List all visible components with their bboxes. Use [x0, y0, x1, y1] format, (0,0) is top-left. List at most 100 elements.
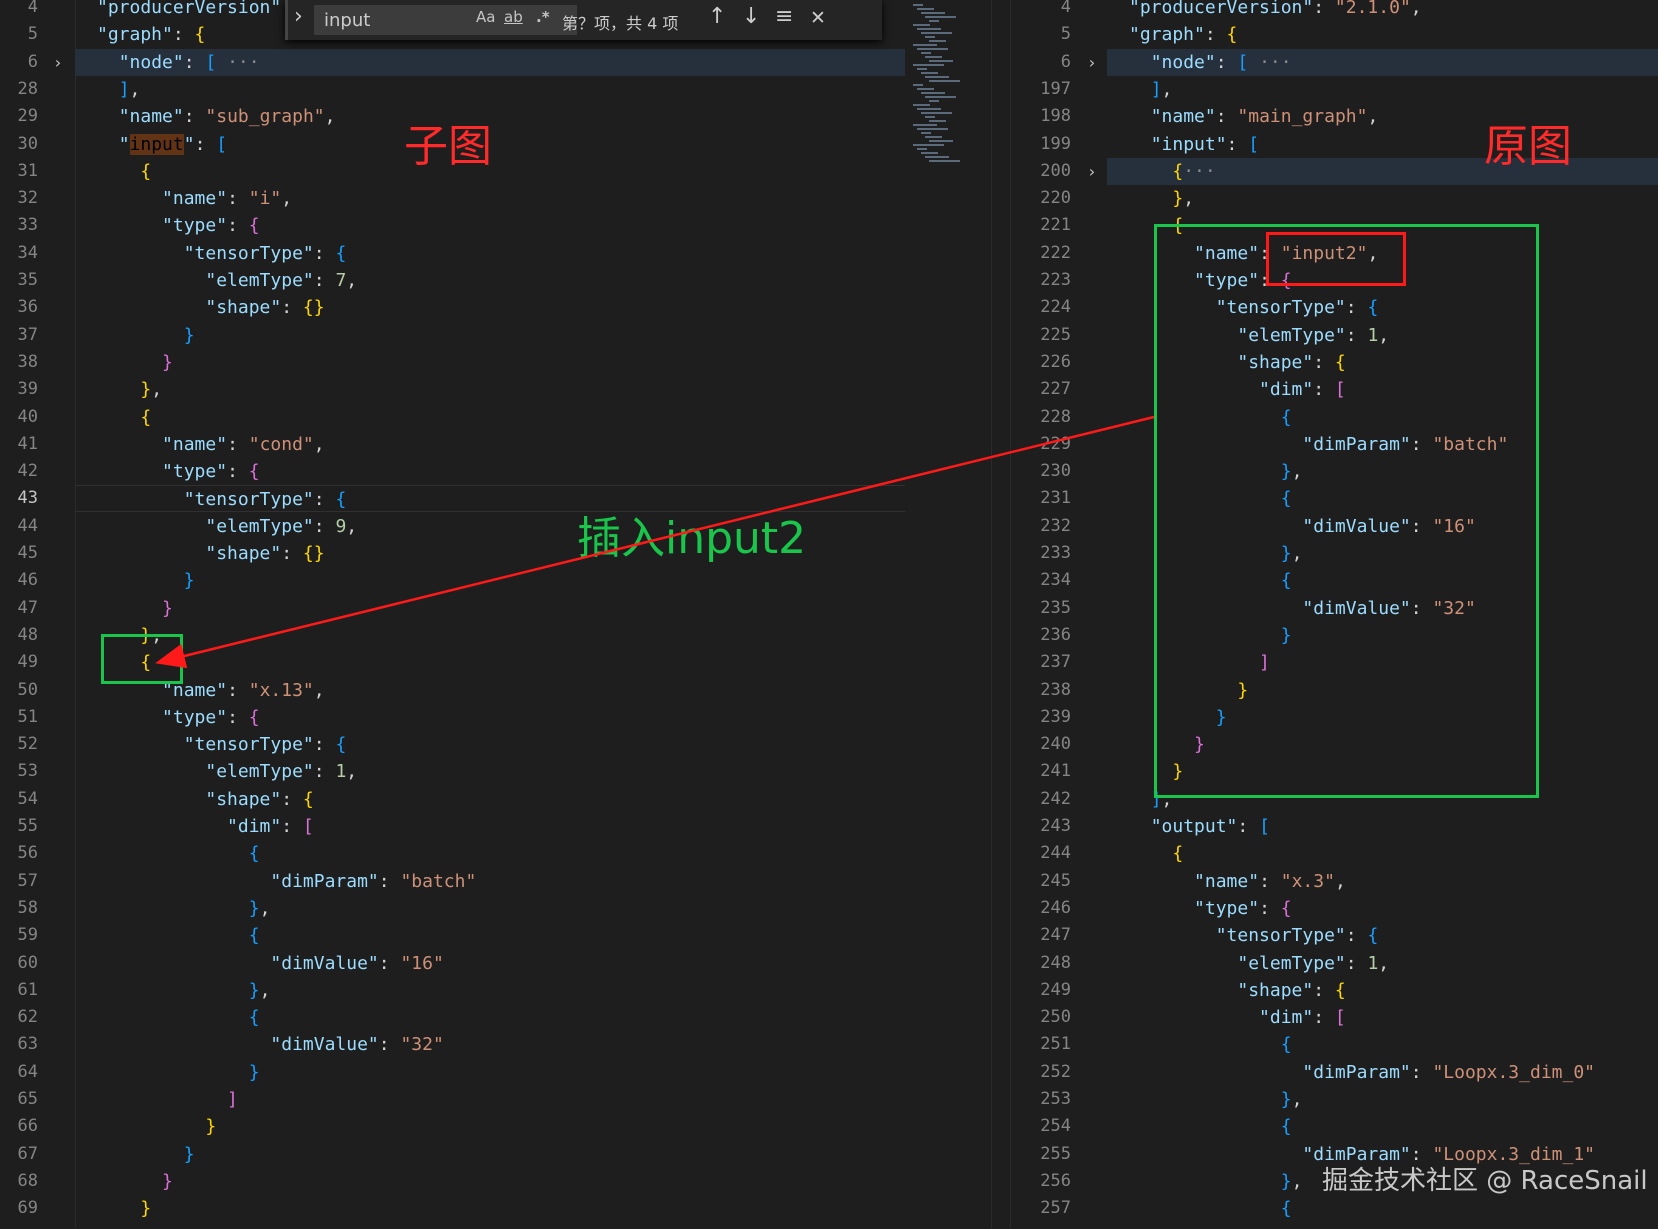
- code-line[interactable]: {: [75, 922, 905, 949]
- code-line[interactable]: },: [75, 376, 905, 403]
- code-line[interactable]: "name": "main_graph",: [1107, 103, 1658, 130]
- code-token: "dimValue": [270, 952, 379, 974]
- code-line[interactable]: "tensorType": {: [1107, 922, 1658, 949]
- code-token: :: [1313, 0, 1335, 18]
- right-line-number-gutter: 4 5 6 › 197 198 199 200 › 220 221 222 223 224 225 226 22…: [1011, 0, 1107, 1229]
- editor-split-divider[interactable]: [991, 0, 1011, 1229]
- folded-ellipsis[interactable]: ···: [1183, 161, 1216, 182]
- code-line[interactable]: ],: [1107, 76, 1658, 103]
- code-line[interactable]: "name": "i",: [75, 185, 905, 212]
- code-line[interactable]: "node": [ ···: [1107, 48, 1658, 76]
- code-line[interactable]: "elemType": 1,: [1107, 950, 1658, 977]
- code-line[interactable]: }: [75, 1168, 905, 1195]
- line-number: 33: [17, 215, 38, 236]
- code-line[interactable]: {: [1107, 1031, 1658, 1058]
- code-line[interactable]: {: [75, 840, 905, 867]
- code-line[interactable]: "name": "cond",: [75, 431, 905, 458]
- code-line[interactable]: },: [75, 895, 905, 922]
- code-line[interactable]: }: [75, 1195, 905, 1222]
- code-line[interactable]: }: [75, 322, 905, 349]
- code-line[interactable]: "tensorType": {: [75, 731, 905, 758]
- find-in-selection-button[interactable]: ≡: [775, 4, 793, 29]
- code-line[interactable]: "type": {: [1107, 895, 1658, 922]
- code-line[interactable]: {: [75, 404, 905, 431]
- code-token: :: [227, 188, 249, 210]
- code-line[interactable]: {: [75, 649, 905, 676]
- code-token: :: [183, 106, 206, 128]
- code-line[interactable]: "shape": {}: [75, 294, 905, 321]
- code-line[interactable]: "shape": {: [1107, 977, 1658, 1004]
- code-line[interactable]: }: [75, 1059, 905, 1086]
- code-token: [: [302, 816, 314, 837]
- code-line[interactable]: "dimParam": "Loopx.3_dim_0": [1107, 1059, 1658, 1086]
- code-line[interactable]: "tensorType": {: [75, 240, 905, 267]
- code-line[interactable]: }: [75, 1113, 905, 1140]
- fold-chevron-icon[interactable]: ›: [53, 49, 63, 76]
- next-match-button[interactable]: ↓: [742, 4, 760, 29]
- code-line[interactable]: }: [75, 1141, 905, 1168]
- code-line[interactable]: },: [75, 622, 905, 649]
- close-find-button[interactable]: ✕: [810, 7, 826, 29]
- code-token: }: [248, 897, 260, 919]
- code-line[interactable]: "type": {: [75, 212, 905, 239]
- code-line[interactable]: },: [1107, 185, 1658, 212]
- code-token: :: [227, 461, 249, 483]
- whole-word-toggle[interactable]: ab: [504, 8, 523, 26]
- fold-chevron-icon[interactable]: ›: [1087, 49, 1097, 76]
- code-line[interactable]: },: [75, 977, 905, 1004]
- code-line[interactable]: "dim": [: [1107, 1004, 1658, 1031]
- code-line[interactable]: },: [1107, 1086, 1658, 1113]
- previous-match-button[interactable]: ↑: [708, 4, 726, 29]
- code-line[interactable]: {: [1107, 1195, 1658, 1222]
- minimap[interactable]: [905, 0, 991, 1229]
- code-line[interactable]: "input": [: [1107, 131, 1658, 158]
- folded-ellipsis[interactable]: ···: [216, 52, 260, 73]
- code-token: :: [1313, 1007, 1335, 1029]
- minimap-line: [917, 48, 948, 50]
- code-token: 1: [335, 761, 347, 783]
- code-line[interactable]: "elemType": 7,: [75, 267, 905, 294]
- code-line[interactable]: }: [75, 595, 905, 622]
- line-number: 254: [1040, 1116, 1071, 1137]
- code-line[interactable]: "node": [ ···: [75, 48, 905, 76]
- minimap-line: [913, 144, 944, 146]
- match-case-toggle[interactable]: Aa: [476, 8, 495, 26]
- line-number: 198: [1040, 106, 1071, 127]
- code-line[interactable]: "producerVersion": "2.1.0",: [1107, 0, 1658, 21]
- code-line[interactable]: "dim": [: [75, 813, 905, 840]
- code-line[interactable]: "dimValue": "32": [75, 1031, 905, 1058]
- code-line[interactable]: "type": {: [75, 458, 905, 485]
- minimap-line: [929, 40, 946, 42]
- code-line[interactable]: "graph": {: [1107, 21, 1658, 48]
- code-line[interactable]: "output": [: [1107, 813, 1658, 840]
- code-token: "x.13": [248, 679, 314, 701]
- find-replace-toggle[interactable]: ›: [294, 4, 303, 29]
- code-line[interactable]: }: [75, 567, 905, 594]
- code-line[interactable]: ]: [75, 1086, 905, 1113]
- code-line[interactable]: }: [75, 349, 905, 376]
- line-number: 44: [17, 515, 38, 536]
- line-number: 54: [17, 788, 38, 809]
- line-number: 47: [17, 597, 38, 618]
- code-line[interactable]: "name": "x.3",: [1107, 868, 1658, 895]
- code-line[interactable]: "elemType": 1,: [75, 758, 905, 785]
- code-line[interactable]: "type": {: [75, 704, 905, 731]
- code-line[interactable]: {: [1107, 1113, 1658, 1140]
- minimap-line: [929, 160, 960, 162]
- code-line[interactable]: ],: [75, 76, 905, 103]
- code-line[interactable]: "shape": {: [75, 786, 905, 813]
- code-line[interactable]: {: [1107, 840, 1658, 867]
- folded-ellipsis[interactable]: ···: [1248, 52, 1292, 73]
- fold-chevron-icon[interactable]: ›: [1087, 158, 1097, 185]
- code-line[interactable]: {: [75, 1004, 905, 1031]
- regex-toggle[interactable]: .*: [536, 8, 550, 26]
- code-token: "dim": [227, 816, 282, 837]
- left-editor-pane[interactable]: 4 5 6 › 28 29 30 31 32 33 34 35 36 37 38 39 40 41 42 43 44 45…: [0, 0, 991, 1229]
- code-line[interactable]: "name": "x.13",: [75, 677, 905, 704]
- code-line[interactable]: "dimValue": "16": [75, 950, 905, 977]
- code-token: "elemType": [205, 270, 314, 291]
- code-line[interactable]: "dimParam": "batch": [75, 868, 905, 895]
- code-line[interactable]: {···: [1107, 157, 1658, 185]
